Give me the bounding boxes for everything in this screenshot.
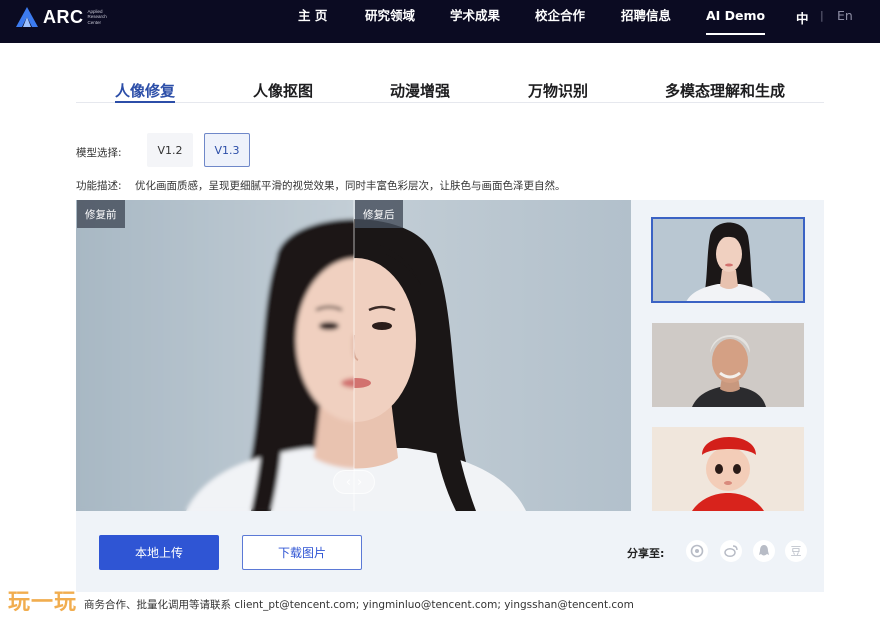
chevron-left-icon: ‹	[345, 474, 351, 490]
footer-contact: 商务合作、批量化调用等请联系 client_pt@tencent.com; yi…	[84, 599, 634, 611]
tab-multimodal[interactable]: 多模态理解和生成	[665, 80, 785, 103]
feature-description: 优化画面质感，呈现更细腻平滑的视觉效果，同时丰富色彩层次，让肤色与画面色泽更自然…	[135, 180, 566, 192]
logo-wordmark: ARC	[43, 6, 84, 27]
baby-portrait-image	[652, 427, 804, 511]
watermark-logo: 玩一玩	[8, 589, 78, 615]
sample-thumbnail-baby[interactable]	[652, 427, 804, 511]
model-v1-2-button[interactable]: V1.2	[147, 133, 193, 167]
feature-tabs: 人像修复 人像抠图 动漫增强 万物识别 多模态理解和生成	[76, 78, 824, 103]
language-separator: |	[820, 9, 824, 22]
top-navigation-bar: ARC Applied Research Center 主 页 研究领域 学术成…	[0, 0, 880, 43]
share-label: 分享至:	[627, 547, 665, 560]
nav-publications[interactable]: 学术成果	[450, 8, 500, 35]
feature-desc-label: 功能描述:	[76, 180, 122, 192]
tab-portrait-matting[interactable]: 人像抠图	[253, 80, 313, 103]
model-select-label: 模型选择:	[76, 147, 122, 159]
wechat-moments-icon[interactable]	[686, 540, 708, 562]
tab-anime-enhance[interactable]: 动漫增强	[390, 80, 450, 103]
woman-portrait-image	[652, 218, 804, 302]
after-label: 修复后	[355, 200, 403, 228]
local-upload-button[interactable]: 本地上传	[99, 535, 219, 570]
nav-ai-demo[interactable]: AI Demo	[706, 8, 766, 35]
nav-careers[interactable]: 招聘信息	[621, 8, 671, 35]
language-english[interactable]: En	[837, 8, 853, 23]
tab-object-recognition[interactable]: 万物识别	[528, 80, 588, 103]
arc-logo[interactable]: ARC Applied Research Center	[14, 6, 110, 28]
qq-icon[interactable]	[753, 540, 775, 562]
logo-subtitle: Applied Research Center	[87, 8, 107, 25]
nav-research[interactable]: 研究领域	[365, 8, 415, 35]
nav-cooperation[interactable]: 校企合作	[535, 8, 585, 35]
nav-home[interactable]: 主 页	[298, 8, 327, 35]
tab-portrait-restoration[interactable]: 人像修复	[115, 80, 176, 103]
before-label: 修复前	[77, 200, 125, 228]
older-man-portrait-image	[652, 323, 804, 407]
chevron-right-icon: ›	[357, 474, 363, 490]
compare-slider-handle[interactable]: ‹ ›	[333, 470, 375, 494]
model-v1-3-button[interactable]: V1.3	[204, 133, 250, 167]
language-chinese[interactable]: 中	[796, 8, 809, 27]
download-image-button[interactable]: 下载图片	[242, 535, 362, 570]
sample-thumbnail-woman[interactable]	[651, 217, 805, 303]
before-after-viewer[interactable]	[76, 200, 631, 511]
arc-logo-icon	[14, 6, 40, 28]
sample-thumbnail-older-man[interactable]	[652, 323, 804, 407]
douban-icon[interactable]: 豆	[785, 540, 807, 562]
portrait-image	[76, 200, 631, 511]
weibo-icon[interactable]	[720, 540, 742, 562]
